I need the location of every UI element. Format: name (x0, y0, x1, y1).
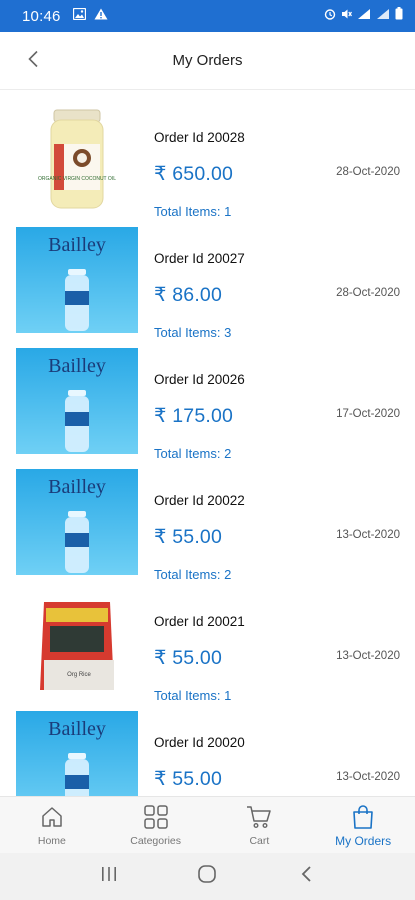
brand-text: Bailley (48, 476, 106, 498)
product-image-coconut-oil: ORGANIC VIRGIN COCONUT OIL (16, 106, 138, 212)
order-date: 17-Oct-2020 (336, 408, 400, 420)
mute-icon (341, 7, 352, 25)
recent-apps-button[interactable] (89, 857, 129, 897)
home-circle-icon (197, 864, 217, 889)
nav-cart[interactable]: Cart (208, 797, 312, 853)
order-id: Order Id 20028 (154, 130, 245, 145)
order-card[interactable]: Bailley Order Id 20022 ₹ 55.00 13-Oct-20… (0, 469, 415, 583)
order-id: Order Id 20021 (154, 614, 245, 629)
brand-text: Bailley (48, 718, 106, 740)
product-label-text: ORGANIC VIRGIN COCONUT OIL (38, 176, 116, 182)
order-amount: ₹ 650.00 (154, 163, 234, 185)
alarm-icon (324, 7, 336, 25)
app-header: My Orders (0, 32, 415, 90)
order-amount: ₹ 55.00 (154, 768, 223, 790)
system-home-button[interactable] (187, 857, 227, 897)
order-id: Order Id 20027 (154, 251, 245, 266)
brand-text: Bailley (48, 234, 106, 256)
order-total-items: Total Items: 1 (154, 204, 232, 219)
page-title: My Orders (172, 52, 243, 69)
image-icon (72, 7, 86, 25)
system-nav-bar (0, 853, 415, 900)
order-date: 28-Oct-2020 (336, 166, 400, 178)
orders-list: ORGANIC VIRGIN COCONUT OIL Order Id 2002… (0, 90, 415, 796)
order-total-items: Total Items: 3 (154, 325, 232, 340)
order-date: 13-Oct-2020 (336, 771, 400, 783)
recent-apps-icon (100, 866, 118, 887)
order-card[interactable]: Org Rice Order Id 20021 ₹ 55.00 13-Oct-2… (0, 590, 415, 704)
shopping-bag-icon (352, 804, 374, 830)
order-id: Order Id 20026 (154, 372, 245, 387)
product-image-bailley-water: Bailley (16, 711, 138, 796)
order-date: 13-Oct-2020 (336, 650, 400, 662)
product-image-bailley-water: Bailley (16, 469, 138, 575)
brand-text: Bailley (48, 355, 106, 377)
status-bar: 10:46 (0, 0, 415, 32)
nav-label: My Orders (335, 834, 392, 848)
product-image-bailley-water: Bailley (16, 227, 138, 333)
order-date: 13-Oct-2020 (336, 529, 400, 541)
nav-categories[interactable]: Categories (104, 797, 208, 853)
system-back-button[interactable] (286, 857, 326, 897)
bottom-nav: Home Categories Cart My Orders (0, 796, 415, 853)
cart-icon (246, 804, 272, 830)
order-card[interactable]: Bailley Order Id 20020 ₹ 55.00 13-Oct-20… (0, 711, 415, 796)
home-icon (40, 804, 64, 830)
order-id: Order Id 20020 (154, 735, 245, 750)
nav-my-orders[interactable]: My Orders (311, 797, 415, 853)
order-total-items: Total Items: 2 (154, 446, 232, 461)
order-id: Order Id 20022 (154, 493, 245, 508)
order-amount: ₹ 86.00 (154, 284, 223, 306)
nav-label: Cart (249, 835, 270, 847)
order-date: 28-Oct-2020 (336, 287, 400, 299)
chevron-left-icon (27, 50, 39, 73)
nav-home[interactable]: Home (0, 797, 104, 853)
categories-icon (143, 804, 169, 830)
signal-icon (376, 7, 390, 25)
nav-label: Home (37, 835, 66, 847)
product-image-rice-packet: Org Rice (16, 590, 138, 696)
status-time: 10:46 (22, 7, 61, 25)
order-total-items: Total Items: 1 (154, 688, 232, 703)
product-label-text: Org Rice (67, 672, 91, 678)
signal-icon (357, 7, 371, 25)
order-amount: ₹ 55.00 (154, 647, 223, 669)
order-amount: ₹ 175.00 (154, 405, 234, 427)
order-total-items: Total Items: 2 (154, 567, 232, 582)
order-amount: ₹ 55.00 (154, 526, 223, 548)
order-card[interactable]: Bailley Order Id 20027 ₹ 86.00 28-Oct-20… (0, 227, 415, 341)
order-card[interactable]: Bailley Order Id 20026 ₹ 175.00 17-Oct-2… (0, 348, 415, 462)
product-image-bailley-water: Bailley (16, 348, 138, 454)
back-button[interactable] (20, 48, 46, 74)
order-card[interactable]: ORGANIC VIRGIN COCONUT OIL Order Id 2002… (0, 106, 415, 220)
battery-icon (395, 7, 403, 25)
nav-label: Categories (130, 835, 182, 847)
back-icon (300, 865, 312, 888)
alert-icon (94, 7, 108, 25)
